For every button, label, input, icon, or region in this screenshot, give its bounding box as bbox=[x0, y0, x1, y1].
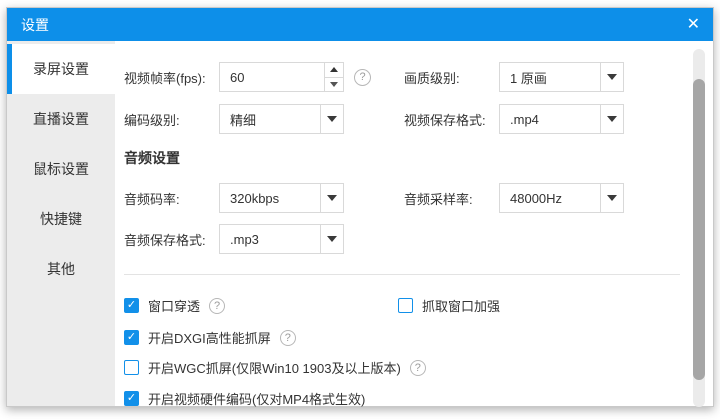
checkbox-label: 抓取窗口加强 bbox=[422, 299, 501, 314]
audio-bitrate-label: 音频码率: bbox=[124, 191, 180, 207]
sidebar-item-other[interactable]: 其他 bbox=[7, 244, 115, 294]
audio-section-title: 音频设置 bbox=[124, 150, 180, 166]
scrollbar-thumb[interactable] bbox=[693, 79, 705, 380]
settings-dialog: 设置 ✕ 录屏设置 直播设置 鼠标设置 快捷键 其他 视频帧率(fps): 60… bbox=[6, 7, 714, 407]
hw-encode-option: ✓ 开启视频硬件编码(仅对MP4格式生效) bbox=[124, 390, 365, 407]
encode-value: 精细 bbox=[230, 112, 257, 128]
audio-bitrate-row: 音频码率: 320kbps bbox=[124, 183, 344, 213]
chevron-down-icon[interactable] bbox=[600, 184, 623, 212]
audio-format-row: 音频保存格式: .mp3 bbox=[124, 224, 344, 254]
sidebar: 录屏设置 直播设置 鼠标设置 快捷键 其他 bbox=[7, 41, 115, 406]
sidebar-item-record-settings[interactable]: 录屏设置 bbox=[7, 44, 115, 94]
sidebar-item-mouse-settings[interactable]: 鼠标设置 bbox=[7, 144, 115, 194]
fps-label: 视频帧率(fps): bbox=[124, 70, 206, 86]
audio-bitrate-select[interactable]: 320kbps bbox=[219, 183, 344, 213]
chevron-down-icon[interactable] bbox=[320, 225, 343, 253]
chevron-down-icon[interactable] bbox=[320, 184, 343, 212]
video-format-row: 视频保存格式: .mp4 bbox=[404, 104, 624, 134]
audio-sample-value: 48000Hz bbox=[510, 190, 563, 206]
audio-sample-label: 音频采样率: bbox=[404, 191, 473, 207]
sidebar-item-label: 快捷键 bbox=[40, 211, 82, 227]
dxgi-capture-option: ✓ 开启DXGI高性能抓屏 ? bbox=[124, 329, 296, 346]
sidebar-item-label: 录屏设置 bbox=[33, 61, 89, 77]
titlebar: 设置 ✕ bbox=[7, 8, 713, 41]
help-icon[interactable]: ? bbox=[409, 359, 426, 376]
sidebar-item-label: 鼠标设置 bbox=[33, 161, 89, 177]
scrollbar-track[interactable] bbox=[693, 49, 705, 407]
checkbox-unchecked[interactable] bbox=[398, 298, 413, 313]
video-format-value: .mp4 bbox=[510, 111, 539, 127]
fps-value: 60 bbox=[230, 69, 245, 85]
audio-bitrate-value: 320kbps bbox=[230, 190, 280, 206]
page-title: 设置 bbox=[21, 16, 49, 33]
audio-sample-select[interactable]: 48000Hz bbox=[499, 183, 624, 213]
encode-label: 编码级别: bbox=[124, 112, 180, 128]
help-icon[interactable]: ? bbox=[279, 329, 296, 346]
fps-row: 视频帧率(fps): 60 ? bbox=[124, 62, 371, 92]
help-icon[interactable]: ? bbox=[209, 297, 226, 314]
chevron-down-icon[interactable] bbox=[600, 63, 623, 91]
checkbox-label: 开启视频硬件编码(仅对MP4格式生效) bbox=[148, 392, 366, 407]
sidebar-item-live-settings[interactable]: 直播设置 bbox=[7, 94, 115, 144]
checkbox-label: 窗口穿透 bbox=[148, 299, 201, 314]
audio-format-value: .mp3 bbox=[230, 231, 259, 247]
video-format-select[interactable]: .mp4 bbox=[499, 104, 624, 134]
checkbox-unchecked[interactable] bbox=[124, 360, 139, 375]
spin-down-icon[interactable] bbox=[325, 77, 343, 91]
quality-value: 1 原画 bbox=[510, 70, 547, 86]
checkbox-checked[interactable]: ✓ bbox=[124, 330, 139, 345]
divider bbox=[124, 274, 680, 275]
encode-select[interactable]: 精细 bbox=[219, 104, 344, 134]
capture-enhance-option: 抓取窗口加强 bbox=[398, 297, 500, 314]
chevron-down-icon[interactable] bbox=[320, 105, 343, 133]
checkbox-checked[interactable]: ✓ bbox=[124, 298, 139, 313]
sidebar-item-label: 其他 bbox=[47, 261, 75, 277]
fps-input[interactable]: 60 bbox=[219, 62, 344, 92]
audio-format-select[interactable]: .mp3 bbox=[219, 224, 344, 254]
sidebar-item-hotkeys[interactable]: 快捷键 bbox=[7, 194, 115, 244]
checkbox-checked[interactable]: ✓ bbox=[124, 391, 139, 406]
close-icon[interactable]: ✕ bbox=[687, 16, 700, 33]
chevron-down-icon[interactable] bbox=[600, 105, 623, 133]
checkbox-label: 开启WGC抓屏(仅限Win10 1903及以上版本) bbox=[148, 361, 401, 376]
checkbox-label: 开启DXGI高性能抓屏 bbox=[148, 331, 271, 346]
settings-panel: 视频帧率(fps): 60 ? 画质级别: 1 原画 编码级别: 精细 视频保存… bbox=[115, 41, 713, 407]
quality-select[interactable]: 1 原画 bbox=[499, 62, 624, 92]
encode-row: 编码级别: 精细 bbox=[124, 104, 344, 134]
quality-row: 画质级别: 1 原画 bbox=[404, 62, 624, 92]
window-penetrate-option: ✓ 窗口穿透 ? bbox=[124, 297, 226, 314]
fps-spinner bbox=[324, 63, 343, 91]
help-icon[interactable]: ? bbox=[354, 68, 371, 86]
audio-format-label: 音频保存格式: bbox=[124, 232, 206, 248]
wgc-capture-option: 开启WGC抓屏(仅限Win10 1903及以上版本) ? bbox=[124, 359, 426, 376]
audio-sample-row: 音频采样率: 48000Hz bbox=[404, 183, 624, 213]
sidebar-item-label: 直播设置 bbox=[33, 111, 89, 127]
spin-up-icon[interactable] bbox=[325, 63, 343, 78]
screen: 设置 ✕ 录屏设置 直播设置 鼠标设置 快捷键 其他 视频帧率(fps): 60… bbox=[0, 0, 720, 420]
video-format-label: 视频保存格式: bbox=[404, 112, 486, 128]
quality-label: 画质级别: bbox=[404, 70, 460, 86]
